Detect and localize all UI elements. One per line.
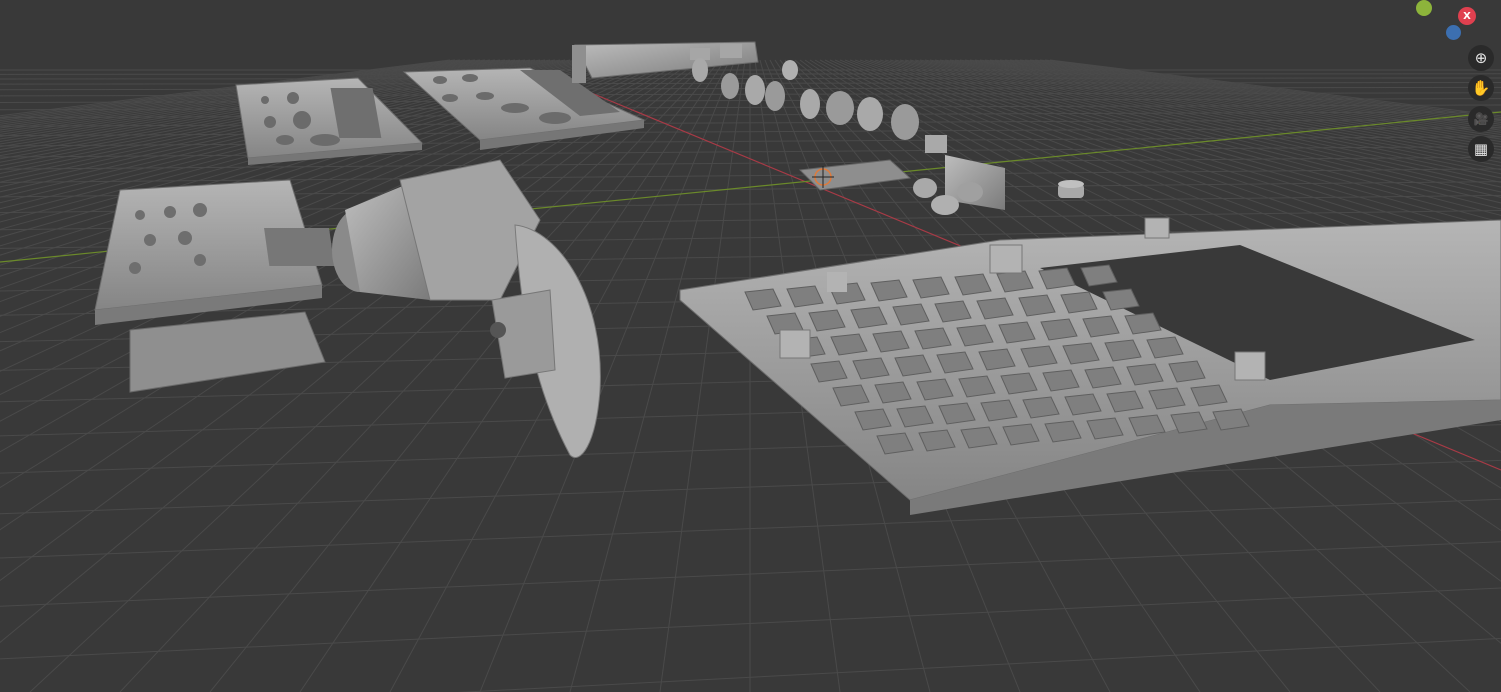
grid-tray[interactable] xyxy=(679,217,1501,515)
camera-view-icon[interactable]: 🎥 xyxy=(1468,106,1494,132)
axis-gizmo[interactable]: X xyxy=(1408,0,1488,45)
base-plate-stack[interactable] xyxy=(94,179,335,393)
gizmo-x-axis-ball[interactable]: X xyxy=(1458,7,1476,25)
gizmo-y-axis-ball[interactable] xyxy=(1416,0,1432,16)
3d-viewport[interactable] xyxy=(0,0,1501,692)
hand-pan-icon[interactable]: ✋ xyxy=(1468,75,1494,101)
gizmo-z-axis-ball[interactable] xyxy=(1446,25,1461,40)
button-cap[interactable] xyxy=(1058,180,1084,198)
perspective-grid-icon[interactable]: ▦ xyxy=(1468,136,1494,162)
zoom-icon[interactable]: ⊕ xyxy=(1468,45,1494,71)
grip-housing[interactable] xyxy=(332,159,601,458)
gizmo-x-label: X xyxy=(1463,10,1471,22)
